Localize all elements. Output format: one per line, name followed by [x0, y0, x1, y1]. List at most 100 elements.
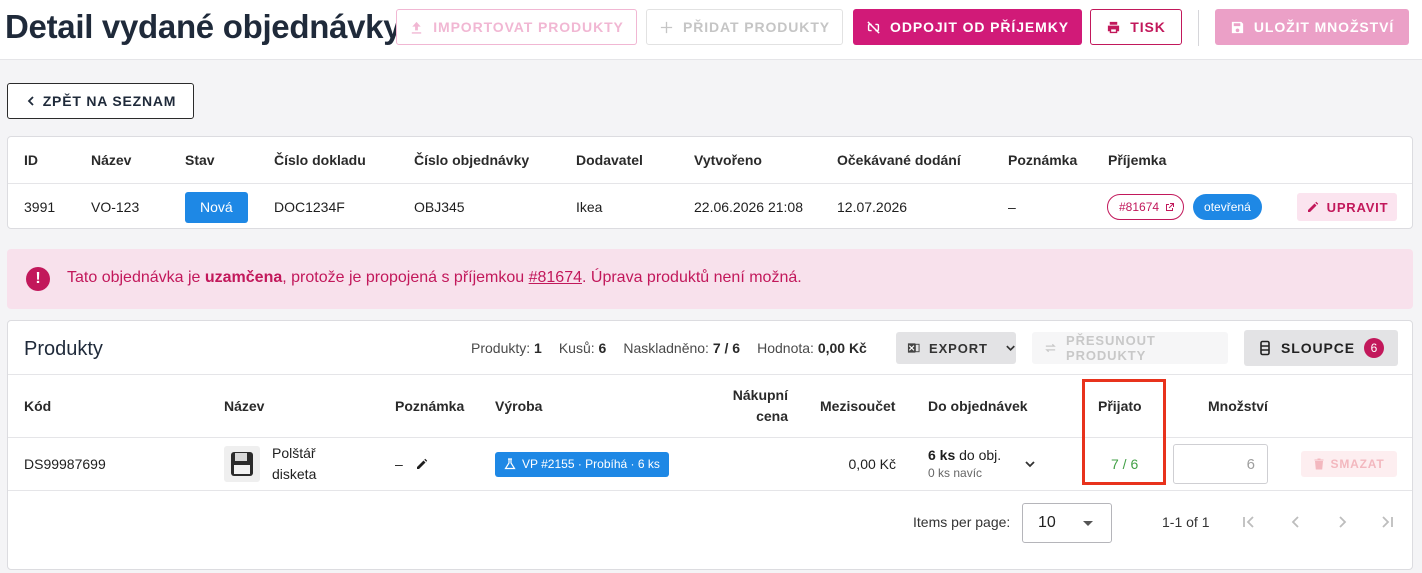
- import-products-button[interactable]: IMPORTOVAT PRODUKTY: [396, 9, 637, 45]
- unlink-icon: [867, 20, 880, 34]
- to-orders-main: 6 ks do obj.: [928, 446, 1001, 464]
- alert-text-part2: , protože je propojená s příjemkou: [282, 269, 529, 286]
- col-quantity: Množství: [1208, 398, 1268, 414]
- unlink-receipt-label: ODPOJIT OD PŘÍJEMKY: [890, 19, 1069, 35]
- header-note: Poznámka: [1008, 152, 1078, 168]
- upload-icon: [412, 21, 422, 34]
- created-date: 22.06.2026 21:08: [694, 199, 803, 215]
- header-supplier: Dodavatel: [576, 152, 643, 168]
- production-chip[interactable]: VP #2155 · Probíhá · 6 ks: [495, 451, 669, 477]
- edit-button[interactable]: UPRAVIT: [1297, 193, 1397, 221]
- move-products-label: PŘESUNOUT PRODUKTY: [1066, 333, 1156, 363]
- quantity-cell: 6: [1173, 438, 1268, 490]
- next-page-icon[interactable]: [1333, 513, 1351, 531]
- status-badge: Nová: [185, 184, 248, 230]
- product-code: DS99987699: [24, 456, 106, 472]
- page-title: Detail vydané objednávky: [5, 8, 402, 45]
- product-thumbnail: [224, 446, 260, 482]
- to-orders-expand[interactable]: [1024, 438, 1036, 490]
- top-bar: Detail vydané objednávky IMPORTOVAT PROD…: [0, 0, 1422, 60]
- product-name-cell: Polštář disketa: [224, 438, 316, 490]
- save-quantity-label: ULOŽIT MNOŽSTVÍ: [1253, 19, 1395, 35]
- header-order-number: Číslo objednávky: [414, 152, 530, 168]
- prev-page-icon[interactable]: [1287, 513, 1305, 531]
- product-name: Polštář disketa: [272, 443, 316, 485]
- to-orders-cell: 6 ks do obj. 0 ks navíc: [928, 438, 1001, 490]
- save-quantity-button[interactable]: ULOŽIT MNOŽSTVÍ: [1215, 9, 1409, 45]
- order-info-row: 3991 VO-123 Nová DOC1234F OBJ345 Ikea 22…: [8, 184, 1412, 230]
- export-button[interactable]: EXPORT: [896, 332, 1016, 364]
- product-name-line2: disketa: [272, 466, 317, 482]
- edit-label: UPRAVIT: [1326, 199, 1389, 215]
- header-expected: Očekávané dodání: [837, 152, 961, 168]
- product-subtotal: 0,00 Kč: [848, 456, 896, 472]
- first-page-icon[interactable]: [1240, 513, 1258, 531]
- col-purchase-price-line1: Nákupní: [732, 387, 788, 403]
- status-badge-label: Nová: [185, 191, 248, 223]
- columns-label: SLOUPCE: [1281, 340, 1355, 356]
- stat-products-label: Produkty:: [471, 340, 531, 356]
- stat-value-label: Hodnota:: [757, 340, 814, 356]
- page-size-select[interactable]: 10: [1022, 503, 1112, 543]
- edit-cell: UPRAVIT: [1297, 184, 1397, 230]
- toolbar-divider: [1198, 10, 1199, 46]
- order-id: 3991: [24, 199, 56, 215]
- chevron-down-icon: [1025, 461, 1035, 468]
- delete-button[interactable]: SMAZAT: [1301, 451, 1397, 477]
- product-note: –: [395, 456, 403, 472]
- excel-icon: [907, 343, 920, 353]
- stat-pieces-label: Kusů:: [558, 340, 595, 356]
- order-number: OBJ345: [414, 199, 465, 215]
- alert-text-part3: . Úprava produktů není možná.: [582, 269, 802, 286]
- pencil-icon[interactable]: [415, 458, 428, 471]
- header-created: Vytvořeno: [694, 152, 762, 168]
- receipt-status-chip: otevřená: [1193, 194, 1262, 220]
- print-button[interactable]: TISK: [1090, 9, 1182, 45]
- products-stats: Produkty: 1 Kusů: 6 Naskladněno: 7 / 6 H…: [471, 340, 867, 356]
- stat-products: Produkty: 1: [471, 340, 542, 356]
- header-receipt: Příjemka: [1108, 152, 1167, 168]
- expected-date: 12.07.2026: [837, 199, 908, 215]
- receipt-link-chip[interactable]: #81674: [1107, 194, 1185, 220]
- save-icon: [1231, 21, 1243, 33]
- col-purchase-price-line2: cena: [756, 408, 788, 424]
- back-to-list-label: ZPĚT NA SEZNAM: [42, 93, 177, 109]
- col-production: Výroba: [495, 398, 543, 414]
- supplier: Ikea: [576, 199, 603, 215]
- col-to-orders: Do objednávek: [928, 398, 1028, 414]
- columns-button[interactable]: SLOUPCE 6: [1244, 330, 1398, 366]
- paginator: Items per page: 10 1-1 of 1: [8, 491, 1412, 555]
- alert-text-bold: uzamčena: [204, 269, 283, 286]
- last-page-icon[interactable]: [1378, 513, 1396, 531]
- products-table-header: Kód Název Poznámka Výroba Nákupní cena M…: [8, 374, 1412, 438]
- stat-products-value: 1: [534, 340, 542, 356]
- alert-receipt-link[interactable]: #81674: [529, 269, 582, 286]
- col-name: Název: [224, 398, 265, 414]
- printer-icon: [1108, 21, 1120, 33]
- alert-text-part1: Tato objednávka je: [67, 269, 205, 286]
- header-name: Název: [91, 152, 132, 168]
- production-cell: VP #2155 · Probíhá · 6 ks: [495, 438, 669, 490]
- header-status: Stav: [185, 152, 215, 168]
- trash-icon: [1314, 458, 1324, 470]
- back-to-list-button[interactable]: ZPĚT NA SEZNAM: [7, 83, 194, 119]
- external-link-icon: [1166, 203, 1175, 211]
- production-chip-label: VP #2155 · Probíhá · 6 ks: [522, 457, 660, 471]
- col-purchase-price: Nákupní cena: [708, 375, 788, 437]
- swap-icon: [1045, 343, 1056, 353]
- delete-cell: SMAZAT: [1301, 438, 1397, 490]
- quantity-input[interactable]: 6: [1173, 444, 1268, 484]
- col-subtotal: Mezisoučet: [820, 398, 896, 414]
- stat-value: Hodnota: 0,00 Kč: [757, 340, 867, 356]
- unlink-receipt-button[interactable]: ODPOJIT OD PŘÍJEMKY: [853, 9, 1082, 45]
- page-range: 1-1 of 1: [1162, 514, 1210, 530]
- move-products-button[interactable]: PŘESUNOUT PRODUKTY: [1032, 332, 1228, 364]
- add-products-button[interactable]: PŘIDAT PRODUKTY: [646, 9, 843, 45]
- stat-pieces-value: 6: [598, 340, 607, 356]
- order-info-table: ID Název Stav Číslo dokladu Číslo objedn…: [7, 136, 1413, 229]
- receipt-link-label: #81674: [1119, 200, 1160, 214]
- items-per-page-label: Items per page:: [913, 514, 1011, 530]
- table-row: DS99987699 Polštář disketa – VP #2155 · …: [8, 438, 1412, 491]
- col-note: Poznámka: [395, 398, 465, 414]
- alert-message: Tato objednávka je uzamčena, protože je …: [67, 269, 802, 287]
